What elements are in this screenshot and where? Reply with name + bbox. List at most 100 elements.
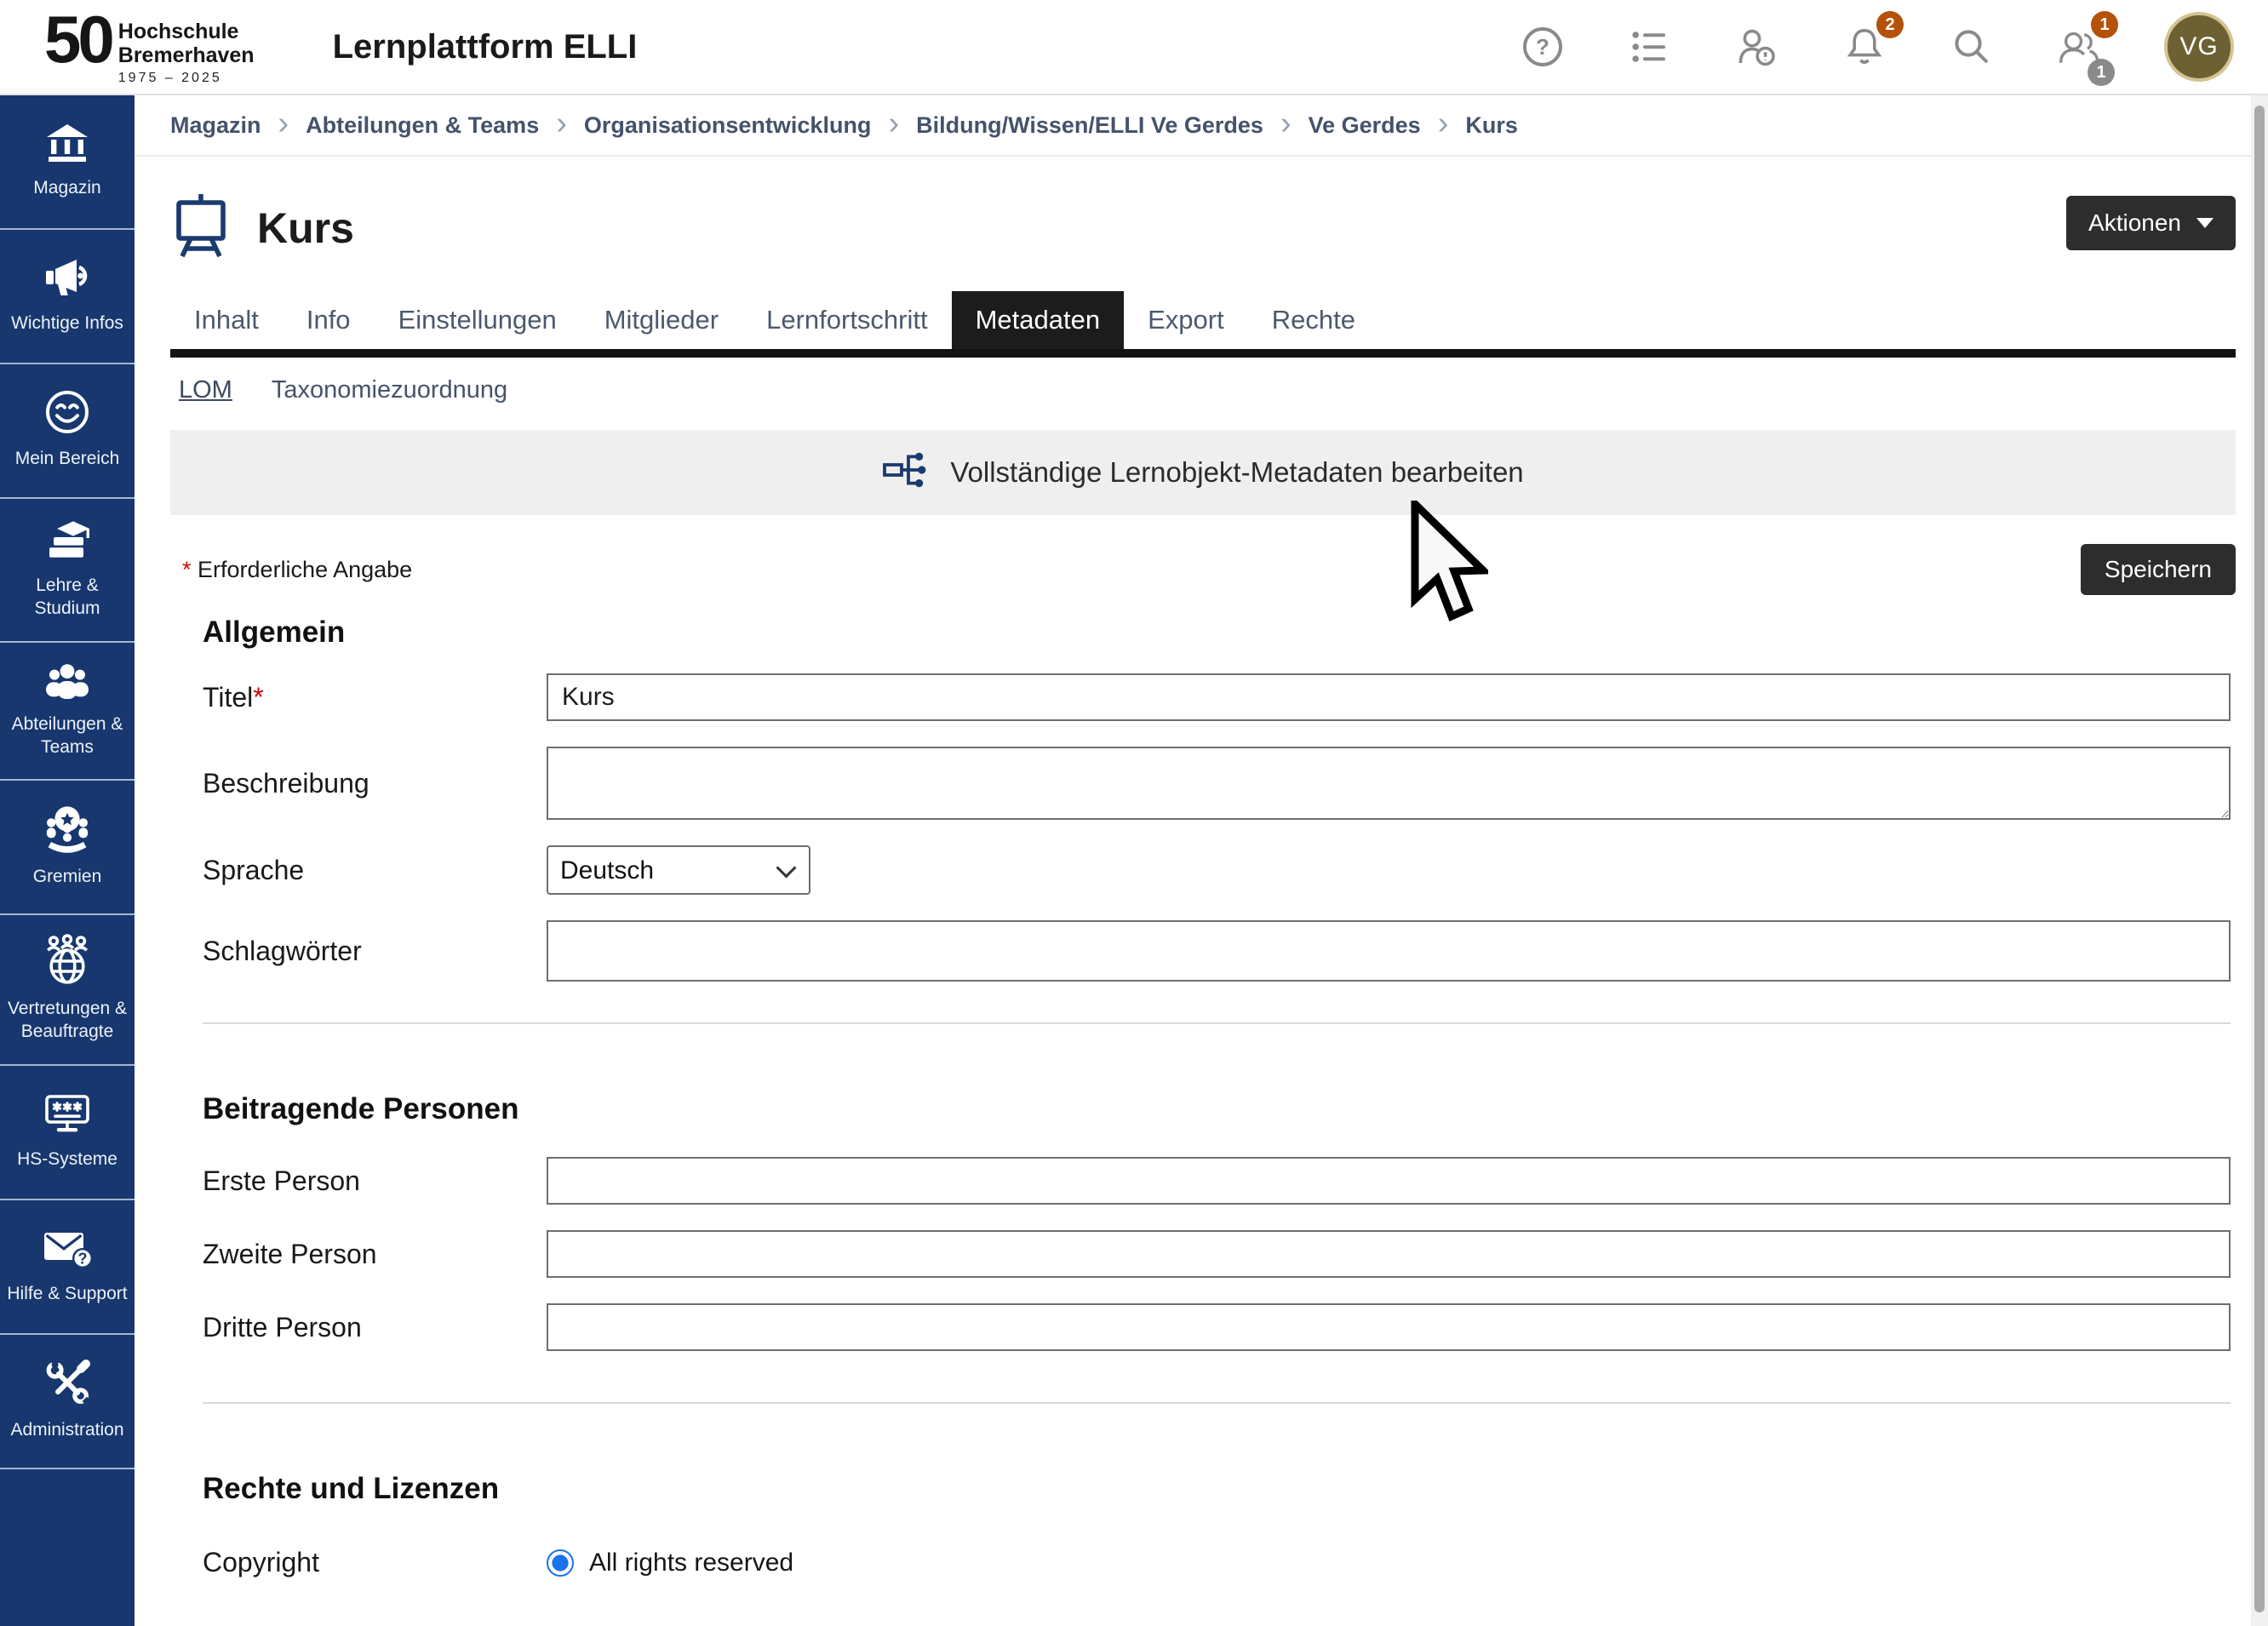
dritte-person-input[interactable] <box>547 1303 2231 1351</box>
sidebar-item-administration[interactable]: Administration <box>0 1335 135 1469</box>
app-header: 50 Hochschule Bremerhaven 1975 – 2025 Le… <box>0 0 2268 95</box>
breadcrumb-abteilungen-teams[interactable]: Abteilungen & Teams <box>306 112 539 139</box>
contacts-badge: 1 <box>2091 11 2118 38</box>
tab-inhalt[interactable]: Inhalt <box>170 291 283 349</box>
beschreibung-textarea[interactable] <box>547 747 2231 820</box>
sidebar-item-label: Wichtige Infos <box>11 312 123 335</box>
chevron-right-icon: › <box>1438 107 1449 140</box>
sidebar-item-label: Mein Bereich <box>15 447 120 470</box>
tab-export[interactable]: Export <box>1124 291 1248 349</box>
page-content: Kurs Aktionen Inhalt Info Einstellungen … <box>135 194 2268 1578</box>
main-area: Magazin › Abteilungen & Teams › Organisa… <box>135 95 2268 1626</box>
logo-number: 50 <box>44 8 112 71</box>
bank-icon <box>44 122 90 164</box>
sidebar-item-lehre-studium[interactable]: Lehre & Studium <box>0 499 135 643</box>
search-icon[interactable] <box>1950 25 1994 69</box>
required-asterisk: * <box>182 557 192 582</box>
sprache-select[interactable]: Deutsch <box>547 845 810 895</box>
metadata-tree-icon <box>882 449 928 497</box>
beschreibung-label: Beschreibung <box>203 768 547 799</box>
form-row-erste-person: Erste Person <box>203 1157 2231 1205</box>
copyright-label: Copyright <box>203 1547 547 1578</box>
logo-line1: Hochschule <box>118 20 255 43</box>
breadcrumb-bildung-wissen[interactable]: Bildung/Wissen/ELLI Ve Gerdes <box>916 112 1263 139</box>
sprache-select-wrapper: Deutsch <box>547 845 810 895</box>
megaphone-icon <box>44 255 90 300</box>
all-rights-reserved-radio[interactable] <box>547 1549 574 1577</box>
books-gradcap-icon <box>43 518 91 562</box>
notifications-badge: 2 <box>1876 11 1904 38</box>
chevron-right-icon: › <box>556 107 567 140</box>
form-action-row: * Erforderliche Angabe Speichern <box>170 544 2236 595</box>
subtab-lom[interactable]: LOM <box>179 376 232 404</box>
sprache-label: Sprache <box>203 855 547 886</box>
schlagwoerter-input[interactable] <box>547 920 2231 982</box>
mail-question-icon: ? <box>42 1226 93 1270</box>
erste-person-input[interactable] <box>547 1157 2231 1205</box>
caret-down-icon <box>2196 218 2214 228</box>
tab-lernfortschritt[interactable]: Lernfortschritt <box>742 291 952 349</box>
people-group-icon <box>42 661 93 701</box>
page-title-row: Kurs Aktionen <box>170 194 2236 262</box>
actions-button[interactable]: Aktionen <box>2066 196 2236 250</box>
smiley-icon <box>44 389 90 435</box>
form-row-zweite-person: Zweite Person <box>203 1230 2231 1278</box>
avatar[interactable]: VG <box>2164 12 2234 82</box>
sidebar-item-hs-systeme[interactable]: HS-Systeme <box>0 1066 135 1200</box>
sidebar-item-gremien[interactable]: Gremien <box>0 781 135 915</box>
section-heading-beitragende: Beitragende Personen <box>203 1092 2231 1126</box>
notifications-bell-icon[interactable]: 2 <box>1842 25 1887 69</box>
scrollbar-thumb[interactable] <box>2254 106 2265 1612</box>
form-row-sprache: Sprache Deutsch <box>203 845 2231 895</box>
tab-info[interactable]: Info <box>283 291 375 349</box>
form-row-copyright: Copyright All rights reserved <box>203 1547 2231 1578</box>
chevron-right-icon: › <box>278 107 289 140</box>
hochschule-bremerhaven-logo[interactable]: 50 Hochschule Bremerhaven 1975 – 2025 <box>44 8 255 86</box>
tab-mitglieder[interactable]: Mitglieder <box>581 291 742 349</box>
titel-input[interactable] <box>547 673 2231 721</box>
save-button[interactable]: Speichern <box>2081 544 2236 595</box>
section-divider <box>203 1402 2231 1404</box>
sidebar-item-label: Gremien <box>33 865 102 888</box>
contacts-secondary-badge: 1 <box>2088 59 2115 86</box>
sidebar-item-label: Abteilungen & Teams <box>3 713 131 759</box>
required-asterisk: * <box>253 682 263 713</box>
logo-line2: Bremerhaven <box>118 43 255 67</box>
sidebar-item-magazin[interactable]: Magazin <box>0 95 135 230</box>
titel-label: Titel* <box>203 682 547 713</box>
section-divider <box>203 1022 2231 1024</box>
zweite-person-input[interactable] <box>547 1230 2231 1278</box>
sidebar-item-wichtige-infos[interactable]: Wichtige Infos <box>0 230 135 364</box>
contacts-icon[interactable]: 1 1 <box>2057 25 2101 69</box>
sidebar-item-abteilungen-teams[interactable]: Abteilungen & Teams <box>0 643 135 782</box>
svg-text:?: ? <box>78 1251 88 1268</box>
chevron-right-icon: › <box>1280 107 1292 140</box>
monitor-password-icon <box>42 1091 93 1136</box>
who-is-online-icon[interactable] <box>1735 25 1779 69</box>
required-note: * Erforderliche Angabe <box>182 557 412 583</box>
main-sidebar: Magazin Wichtige Infos Mein Bereich <box>0 95 135 1626</box>
breadcrumb-magazin[interactable]: Magazin <box>170 112 261 139</box>
agenda-list-icon[interactable] <box>1628 25 1672 69</box>
tab-einstellungen[interactable]: Einstellungen <box>375 291 581 349</box>
tab-rechte[interactable]: Rechte <box>1248 291 1379 349</box>
breadcrumb-organisationsentwicklung[interactable]: Organisationsentwicklung <box>584 112 872 139</box>
sidebar-item-label: HS-Systeme <box>17 1148 117 1171</box>
sidebar-item-mein-bereich[interactable]: Mein Bereich <box>0 364 135 499</box>
tab-metadaten[interactable]: Metadaten <box>952 291 1125 349</box>
section-heading-rechte-lizenzen: Rechte und Lizenzen <box>203 1472 2231 1506</box>
subtab-taxonomiezuordnung[interactable]: Taxonomiezuordnung <box>272 376 507 404</box>
breadcrumb-kurs[interactable]: Kurs <box>1465 112 1518 139</box>
sidebar-item-vertretungen[interactable]: Vertretungen & Beauftragte <box>0 915 135 1066</box>
sidebar-item-hilfe-support[interactable]: ? Hilfe & Support <box>0 1200 135 1335</box>
sidebar-item-label: Hilfe & Support <box>7 1282 127 1305</box>
help-icon[interactable]: ? <box>1521 25 1565 69</box>
copyright-radio-group: All rights reserved <box>547 1549 2231 1577</box>
logo-years: 1975 – 2025 <box>118 71 255 86</box>
breadcrumb-ve-gerdes[interactable]: Ve Gerdes <box>1309 112 1421 139</box>
schlagwoerter-label: Schlagwörter <box>203 936 547 967</box>
sidebar-item-label: Lehre & Studium <box>3 574 131 621</box>
edit-full-metadata-bar[interactable]: Vollständige Lernobjekt-Metadaten bearbe… <box>170 430 2236 515</box>
dritte-person-label: Dritte Person <box>203 1312 547 1343</box>
tab-bar: Inhalt Info Einstellungen Mitglieder Ler… <box>170 291 2236 358</box>
